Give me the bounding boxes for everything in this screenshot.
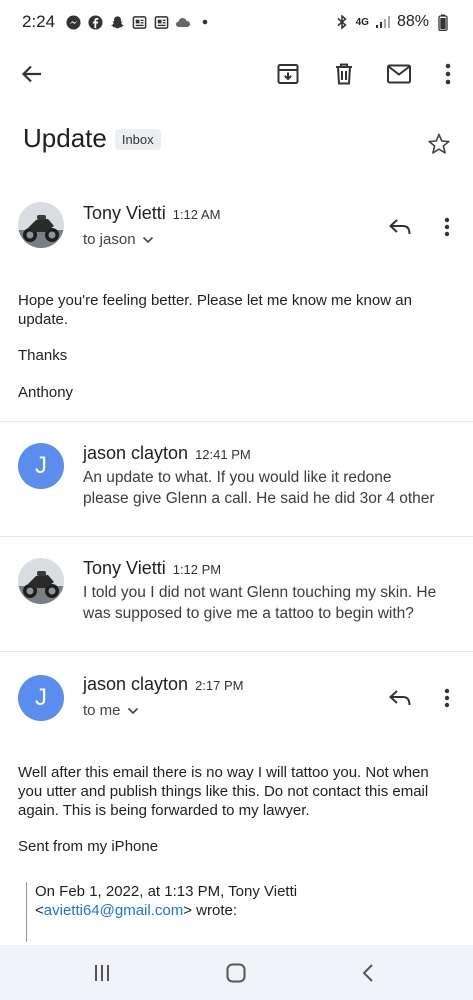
status-time: 2:24 [22, 12, 56, 31]
news-icon-2 [153, 14, 169, 30]
back-arrow-icon [21, 65, 41, 83]
message-time: 1:12 PM [172, 562, 222, 577]
divider [0, 651, 473, 652]
message-snippet-line-1: I told you I did not want Glenn touching… [83, 584, 437, 601]
avatar-jason[interactable]: J [18, 675, 64, 721]
message-sent-from: Sent from my iPhone [18, 838, 159, 855]
back-button[interactable] [16, 58, 48, 90]
recent-apps-icon [95, 965, 109, 981]
sender-name: jason clayton [83, 674, 189, 694]
more-vert-icon [445, 63, 451, 85]
sender-name: Tony Vietti [83, 558, 166, 578]
home-icon [226, 963, 246, 983]
messenger-icon [65, 14, 81, 30]
more-vert-icon [444, 688, 450, 708]
quote-open-bracket: < [35, 902, 44, 919]
reply-button[interactable] [385, 683, 415, 713]
archive-icon [277, 64, 299, 84]
battery-percent: 88% [396, 13, 429, 30]
chevron-left-icon [362, 964, 373, 982]
snapchat-icon [109, 14, 125, 30]
recipient-details-toggle[interactable]: to me [83, 702, 139, 719]
reply-icon [389, 690, 411, 706]
email-link[interactable]: avietti64@gmail.com [44, 902, 183, 919]
avatar-tony[interactable] [18, 558, 64, 604]
chevron-down-icon [142, 236, 153, 243]
recent-apps-button[interactable] [86, 957, 118, 989]
reply-button[interactable] [385, 212, 415, 242]
facebook-icon [87, 14, 103, 30]
message-body-thanks: Thanks [18, 347, 68, 364]
system-nav-bar [0, 945, 473, 1000]
system-back-button[interactable] [352, 957, 384, 989]
mark-unread-button[interactable] [383, 58, 415, 90]
signal-icon [375, 14, 391, 30]
news-icon [131, 14, 147, 30]
recipient-text: to me [83, 702, 121, 719]
toolbar [0, 48, 473, 100]
status-bar: 2:24 4G 88% [0, 0, 473, 44]
message-time: 1:12 AM [172, 207, 221, 222]
motorcycle-avatar-icon [18, 202, 64, 248]
star-icon [428, 133, 450, 154]
subject-title: Update [23, 122, 107, 153]
delete-button[interactable] [328, 58, 360, 90]
quote-header: On Feb 1, 2022, at 1:13 PM, Tony Vietti [35, 883, 298, 900]
message-signature: Anthony [18, 384, 74, 401]
cloud-icon [175, 14, 191, 30]
avatar-jason[interactable]: J [18, 443, 64, 489]
motorcycle-avatar-icon [18, 558, 64, 604]
message-snippet-line-1: An update to what. If you would like it … [83, 469, 392, 486]
message-more-button[interactable] [432, 212, 462, 242]
bluetooth-icon [334, 14, 350, 30]
trash-icon [336, 63, 352, 85]
message-time: 12:41 PM [195, 447, 251, 462]
archive-button[interactable] [272, 58, 304, 90]
battery-icon [435, 14, 451, 31]
quote-author-line: <avietti64@gmail.com> wrote: [35, 901, 297, 920]
reply-icon [389, 219, 411, 235]
message-snippet-line-2: was supposed to give me a tattoo to begi… [83, 605, 414, 622]
message-body: Hope you're feeling better. Please let m… [18, 292, 412, 328]
message-more-button[interactable] [432, 683, 462, 713]
subject-row: Update Inbox [23, 118, 453, 158]
star-button[interactable] [425, 130, 453, 158]
message-3-collapsed[interactable]: Tony Vietti 1:12 PM I told you I did not… [0, 536, 473, 650]
chevron-down-icon [127, 707, 138, 714]
more-vert-icon [444, 217, 450, 237]
more-options-button[interactable] [432, 58, 464, 90]
network-type: 4G [355, 16, 369, 28]
recipient-details-toggle[interactable]: to jason [83, 231, 154, 248]
sender-name: jason clayton [83, 443, 189, 463]
message-time: 2:17 PM [195, 678, 244, 693]
inbox-label-chip[interactable]: Inbox [114, 128, 161, 150]
recipient-text: to jason [83, 231, 136, 248]
notification-dot-icon [197, 14, 213, 30]
message-2-collapsed[interactable]: J jason clayton 12:41 PM An update to wh… [0, 421, 473, 535]
quote-wrote-text: > wrote: [183, 902, 237, 919]
quoted-text: On Feb 1, 2022, at 1:13 PM, Tony Vietti … [26, 882, 297, 942]
message-snippet-line-2: please give Glenn a call. He said he did… [83, 490, 435, 507]
mail-icon [387, 64, 411, 84]
sender-name: Tony Vietti [83, 203, 166, 223]
message-body: Well after this email there is no way I … [18, 764, 429, 819]
avatar-tony[interactable] [18, 202, 64, 248]
home-button[interactable] [220, 957, 252, 989]
